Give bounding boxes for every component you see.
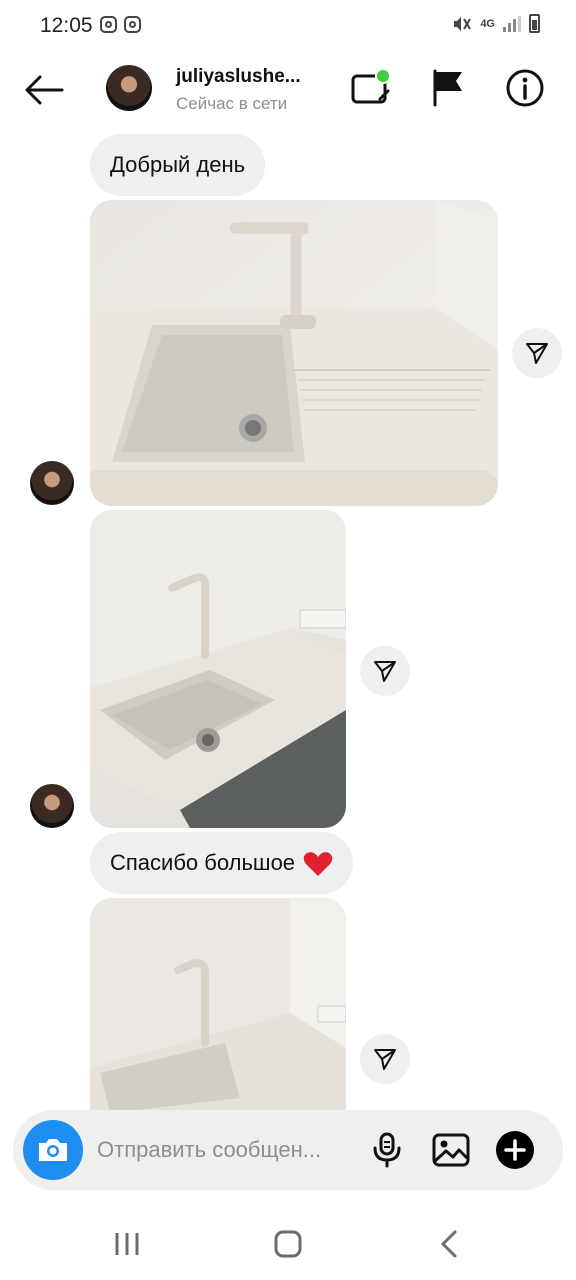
- message-bubble[interactable]: Спасибо большое: [90, 832, 354, 894]
- share-button[interactable]: [512, 328, 562, 378]
- message-bubble[interactable]: Добрый день: [90, 134, 266, 196]
- recent-apps-icon[interactable]: [107, 1224, 147, 1264]
- send-arrow-icon: [526, 343, 548, 364]
- message-input[interactable]: [97, 1132, 367, 1168]
- info-icon[interactable]: [504, 67, 546, 109]
- status-time: 12:05: [40, 14, 93, 37]
- share-button[interactable]: [360, 1034, 410, 1084]
- microphone-icon[interactable]: [367, 1130, 407, 1170]
- home-icon[interactable]: [268, 1224, 308, 1264]
- kitchen-sink-photo: [90, 898, 346, 1110]
- battery-icon: [529, 14, 540, 33]
- kitchen-sink-photo: [90, 200, 498, 506]
- add-icon[interactable]: [495, 1130, 535, 1170]
- camera-button[interactable]: [23, 1120, 83, 1180]
- avatar[interactable]: [30, 784, 74, 828]
- message-thread[interactable]: Добрый день Спасибо большое: [0, 128, 576, 1110]
- back-icon[interactable]: [430, 1224, 470, 1264]
- photo-message[interactable]: [90, 898, 346, 1110]
- mute-vibrate-icon: [454, 16, 472, 31]
- photo-message[interactable]: [90, 200, 498, 506]
- avatar[interactable]: [30, 461, 74, 505]
- message-composer: [13, 1110, 563, 1190]
- camera-icon: [39, 1139, 67, 1161]
- send-arrow-icon: [374, 1049, 396, 1070]
- status-bar: 12:05 4G: [0, 0, 576, 52]
- video-call-icon[interactable]: [350, 67, 392, 109]
- signal-icon: [503, 15, 521, 32]
- instagram-notification-icon: [124, 16, 141, 33]
- flag-icon[interactable]: [427, 67, 469, 109]
- avatar[interactable]: [106, 65, 152, 111]
- online-status: Сейчас в сети: [176, 94, 288, 113]
- instagram-notification-icon: [100, 16, 117, 33]
- system-nav-bar: [0, 1200, 576, 1280]
- message-text: Добрый день: [110, 152, 246, 177]
- share-button[interactable]: [360, 646, 410, 696]
- heart-emoji-icon: [303, 852, 333, 877]
- chat-header: juliyaslushe... Сейчас в сети: [0, 52, 576, 128]
- message-text: Спасибо большое: [110, 850, 296, 875]
- kitchen-sink-photo: [90, 510, 346, 828]
- photo-message[interactable]: [90, 510, 346, 828]
- back-arrow-icon[interactable]: [22, 70, 66, 110]
- chat-username[interactable]: juliyaslushe...: [176, 66, 301, 88]
- send-arrow-icon: [374, 661, 396, 682]
- gallery-icon[interactable]: [431, 1130, 471, 1170]
- status-icons: 4G: [452, 14, 540, 33]
- network-type: 4G: [480, 17, 495, 30]
